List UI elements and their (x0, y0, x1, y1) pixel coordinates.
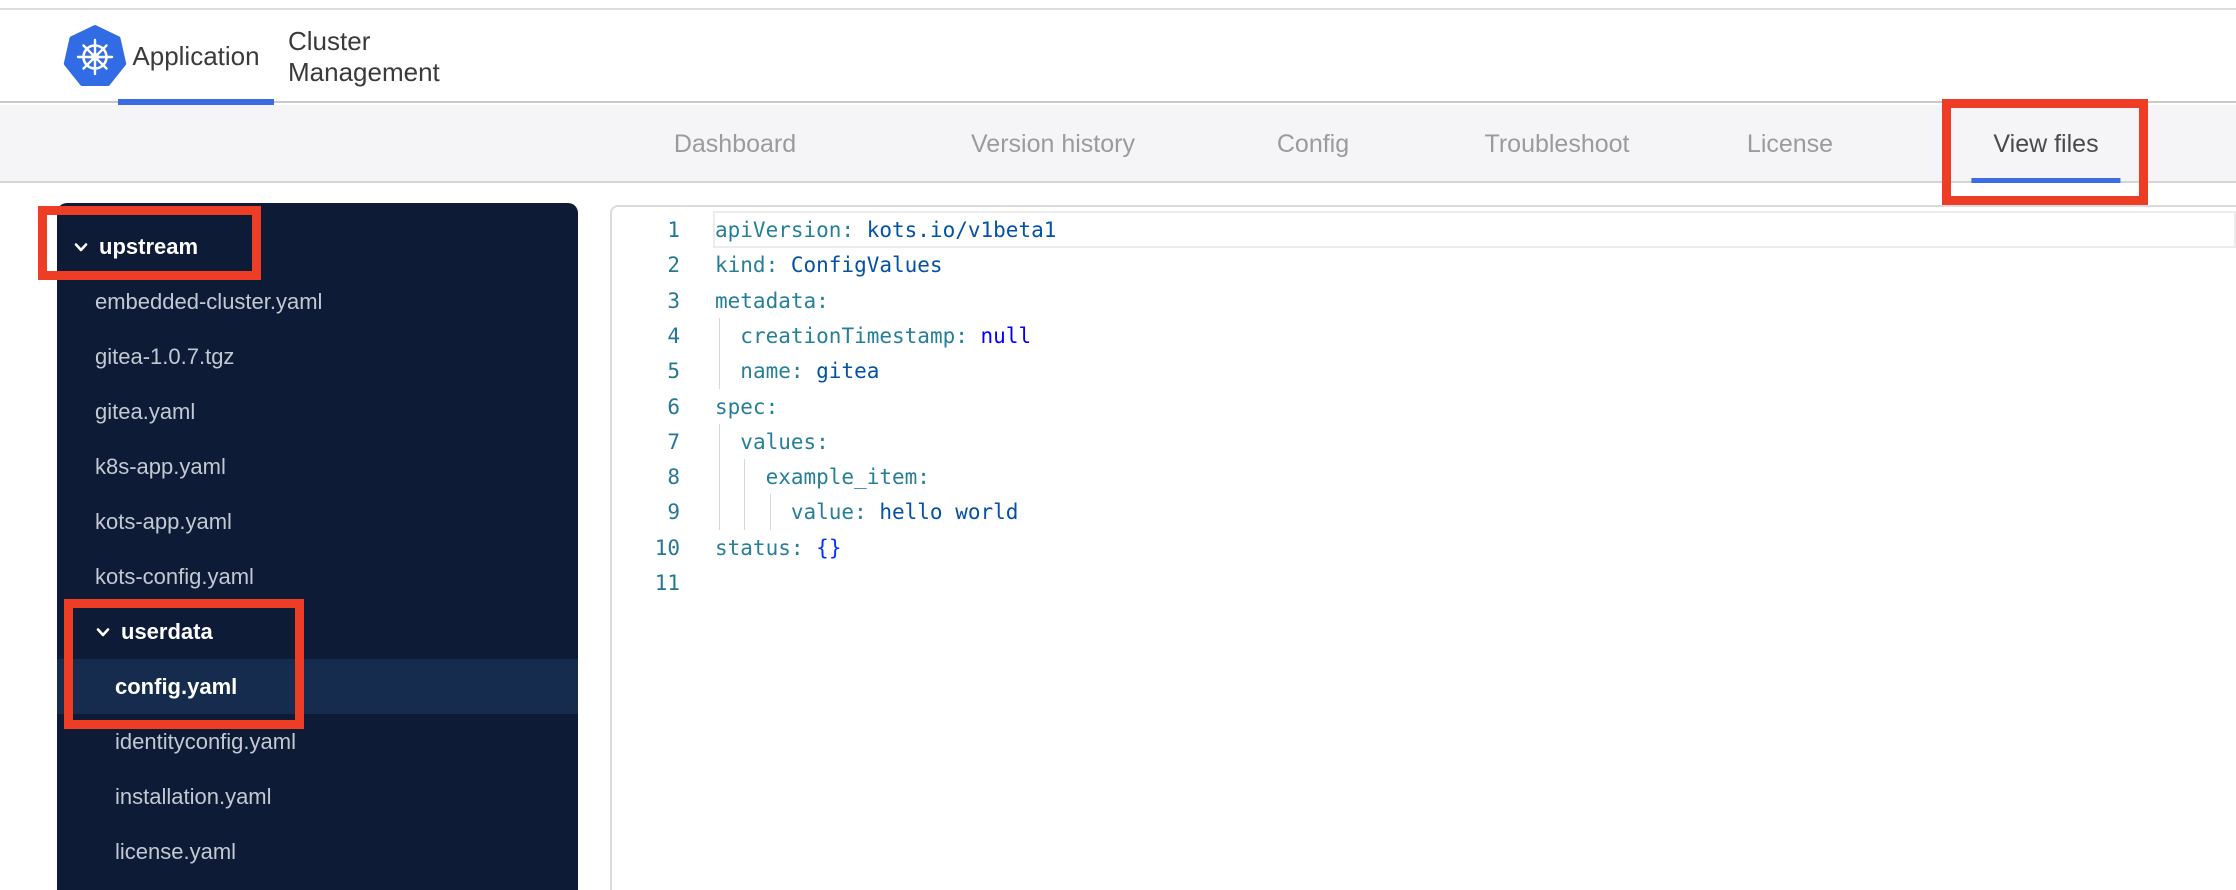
line-number: 3 (667, 288, 680, 313)
code-line-1: 1 apiVersion: kots.io/v1beta1 (612, 212, 2236, 248)
line-number: 11 (654, 571, 680, 595)
subnav-item-dashboard[interactable]: Dashboard (674, 105, 796, 183)
tree-file-kots-app-yaml[interactable]: kots-app.yaml (57, 494, 578, 549)
line-number: 5 (667, 359, 680, 384)
tree-folder-userdata[interactable]: userdata (57, 604, 578, 659)
code-line-7: 7 values: (612, 423, 2236, 460)
file-label: identityconfig.yaml (115, 728, 296, 754)
code-text: apiVersion: kots.io/v1beta1 (715, 218, 1057, 242)
tree-file-config-yaml[interactable]: config.yaml (57, 659, 578, 714)
kots-admin-console: Application Cluster Management Dashboard… (0, 0, 2236, 890)
subnav-item-license[interactable]: License (1747, 105, 1833, 183)
folder-label: upstream (99, 233, 199, 259)
line-number: 7 (667, 429, 680, 454)
tree-file-gitea-yaml[interactable]: gitea.yaml (57, 384, 578, 439)
code-text: kind: ConfigValues (715, 253, 943, 278)
line-number: 4 (667, 323, 680, 348)
line-number: 8 (667, 465, 680, 490)
subnav-item-version-history[interactable]: Version history (971, 105, 1135, 183)
file-label: kots-config.yaml (95, 563, 254, 589)
chevron-down-icon (93, 622, 113, 642)
code-text: name: gitea (740, 359, 880, 384)
subnav-item-troubleshoot[interactable]: Troubleshoot (1485, 105, 1630, 183)
file-label: license.yaml (115, 838, 237, 864)
code-text: creationTimestamp: null (740, 323, 1032, 348)
code-line-10: 10 status: {} (612, 530, 2236, 566)
tree-file-embedded-cluster-yaml[interactable]: embedded-cluster.yaml (57, 274, 578, 329)
chevron-down-icon (71, 237, 91, 257)
code-line-8: 8 example_item: (612, 459, 2236, 496)
tree-file-identityconfig-yaml[interactable]: identityconfig.yaml (57, 714, 578, 769)
tree-file-kots-config-yaml[interactable]: kots-config.yaml (57, 549, 578, 604)
file-label: kots-app.yaml (95, 508, 232, 534)
line-number: 9 (667, 500, 680, 525)
subnav-item-view-files[interactable]: View files (1971, 105, 2121, 183)
line-number: 6 (667, 394, 680, 419)
code-text: spec: (715, 394, 779, 419)
file-label: gitea-1.0.7.tgz (95, 343, 235, 369)
code-text: example_item: (765, 465, 930, 490)
file-content-editor[interactable]: 1 apiVersion: kots.io/v1beta1 2 kind: Confi… (610, 205, 2236, 890)
line-number: 1 (667, 218, 680, 242)
file-label: config.yaml (115, 673, 238, 699)
code-line-2: 2 kind: ConfigValues (612, 247, 2236, 283)
line-number: 10 (654, 535, 680, 560)
app-header: Application Cluster Management (0, 10, 2236, 105)
code-line-5: 5 name: gitea (612, 353, 2236, 390)
file-label: gitea.yaml (95, 398, 196, 424)
tree-file-k8s-app-yaml[interactable]: k8s-app.yaml (57, 439, 578, 494)
file-label: k8s-app.yaml (95, 453, 226, 479)
app-subnav: Dashboard Version history Config Troublesho… (0, 105, 2236, 183)
code-line-9: 9 value: hello world (612, 494, 2236, 531)
subnav-item-config[interactable]: Config (1277, 105, 1349, 183)
code-text: status: {} (715, 535, 842, 560)
code-line-11: 11 (612, 565, 2236, 601)
file-tree-sidebar: upstream embedded-cluster.yaml gitea-1.0.7… (57, 203, 578, 890)
tree-file-gitea-1-0-7-tgz[interactable]: gitea-1.0.7.tgz (57, 329, 578, 384)
yaml-code-area: 1 apiVersion: kots.io/v1beta1 2 kind: Confi… (612, 207, 2236, 890)
code-text: values: (740, 429, 829, 454)
file-label: embedded-cluster.yaml (95, 288, 323, 314)
code-text: value: hello world (790, 500, 1019, 525)
code-line-3: 3 metadata: (612, 283, 2236, 319)
code-text: metadata: (715, 288, 829, 313)
tree-file-license-yaml[interactable]: license.yaml (57, 824, 578, 879)
tree-folder-upstream[interactable]: upstream (57, 219, 578, 274)
tab-application[interactable]: Application (118, 10, 274, 105)
line-number: 2 (667, 253, 680, 278)
tree-file-installation-yaml[interactable]: installation.yaml (57, 769, 578, 824)
file-label: installation.yaml (115, 783, 272, 809)
code-line-4: 4 creationTimestamp: null (612, 317, 2236, 354)
folder-label: userdata (121, 618, 213, 644)
code-line-6: 6 spec: (612, 389, 2236, 425)
tab-cluster-management[interactable]: Cluster Management (288, 10, 500, 103)
